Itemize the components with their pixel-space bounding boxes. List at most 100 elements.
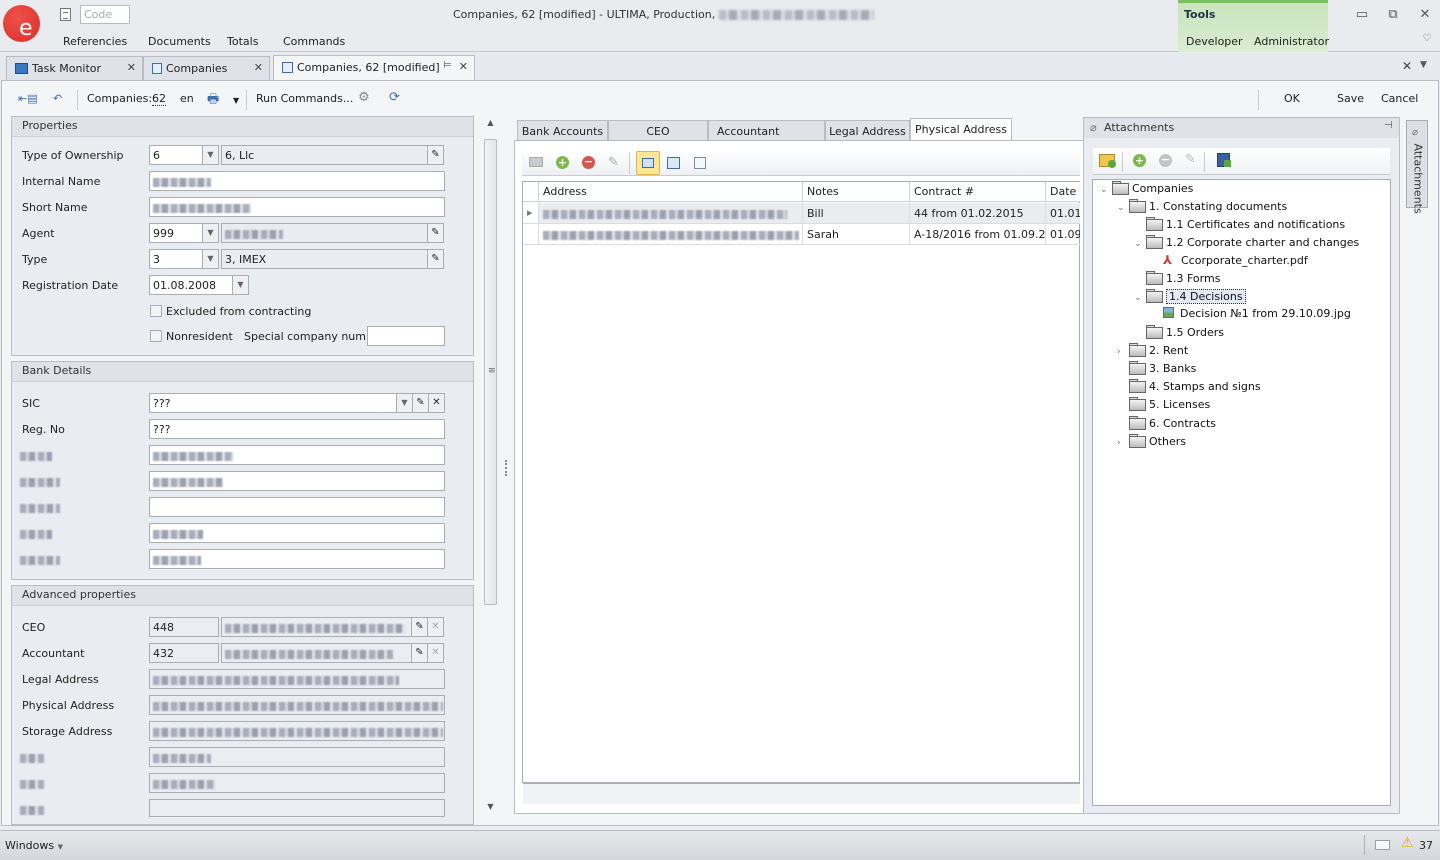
run-commands-button[interactable]: Run Commands... [256,92,353,105]
scroll-up-icon[interactable]: ▲ [483,118,498,133]
restore-button[interactable]: ⧉ [1384,6,1402,24]
grid-cell-date[interactable]: 01.09. [1046,224,1080,245]
tab-companies[interactable]: Companies ✕ [143,56,270,80]
excluded-checkbox[interactable] [150,305,162,317]
new-folder-icon[interactable] [1099,154,1116,168]
save-button[interactable]: Save [1337,92,1364,105]
remove-file-icon[interactable]: − [1159,154,1172,167]
tab-legal-address[interactable]: Legal Address [825,120,910,141]
expand-chevron-right-icon[interactable]: › [1117,438,1129,448]
bank-field-5[interactable] [149,549,445,569]
registration-date-field[interactable]: 01.08.2008 [149,275,233,295]
remove-icon[interactable]: − [582,156,595,169]
minimize-button[interactable]: ▭ [1353,6,1371,24]
grid-cell-contract[interactable]: A-18/2016 from 01.09.2... [910,224,1046,245]
grid-cell-address[interactable] [539,203,803,224]
nonresident-checkbox[interactable] [150,330,162,342]
agent-code[interactable]: 999 [149,223,203,243]
expand-chevron-down-icon[interactable]: ⌄ [1134,293,1146,303]
tree-node[interactable]: ⌄ 1.4 Decisions [1134,289,1246,307]
edit-pencil-icon[interactable]: ✎ [411,643,428,663]
close-all-tabs-icon[interactable]: ✕ [1402,59,1412,73]
chevron-down-icon[interactable]: ▼ [202,249,219,269]
advanced-field-2[interactable] [149,773,445,793]
expand-chevron-down-icon[interactable]: ⌄ [1100,185,1112,195]
tree-node[interactable]: 5. Licenses [1117,397,1210,415]
clear-x-icon[interactable]: ✕ [428,393,445,413]
scroll-thumb[interactable]: ≡ [484,139,497,605]
agent-value[interactable] [221,223,428,243]
chevron-down-icon[interactable]: ▼ [396,393,413,413]
ceo-code[interactable]: 448 [149,617,219,637]
advanced-field-1[interactable] [149,747,445,767]
back-to-list-icon[interactable]: ⇤▤ [18,92,38,105]
accountant-value[interactable] [221,643,412,663]
menu-administrator[interactable]: Administrator [1254,35,1329,48]
tab-ceo[interactable]: CEO [608,120,708,141]
edit-pencil-icon[interactable]: ✎ [412,393,429,413]
code-input[interactable] [80,5,130,24]
fit-columns-button[interactable] [636,151,660,175]
language-selector[interactable]: en [180,92,194,105]
storage-address-field[interactable] [149,721,445,741]
physical-address-field[interactable] [149,695,445,715]
app-logo[interactable]: e [3,5,40,42]
column-header-date[interactable]: Date [1046,182,1080,202]
bank-field-1[interactable] [149,445,445,465]
grid-cell-date[interactable]: 01.01. [1046,203,1080,224]
tree-node[interactable]: 1.5 Orders [1134,325,1224,343]
warning-icon[interactable]: ⚠ [1401,835,1414,851]
tree-node[interactable]: ⌄ 1. Constating documents [1117,199,1287,217]
clear-x-icon[interactable]: ✕ [427,617,444,637]
column-header-address[interactable]: Address [539,182,803,202]
chevron-down-icon[interactable]: ▼ [202,223,219,243]
tab-task-monitor[interactable]: Task Monitor ✕ [6,56,143,80]
tab-bank-accounts[interactable]: Bank Accounts [517,120,608,141]
tree-node[interactable]: › Others [1117,433,1186,452]
expand-chevron-down-icon[interactable]: ⌄ [1134,239,1146,249]
calendar-dropdown-icon[interactable]: ▼ [232,275,249,295]
expand-chevron-down-icon[interactable]: ⌄ [1117,203,1129,213]
undo-icon[interactable]: ↶ [53,92,62,105]
tree-node[interactable]: › 2. Rent [1117,343,1188,361]
bank-field-3[interactable] [149,497,445,517]
menu-commands[interactable]: Commands [283,35,345,48]
ok-button[interactable]: OK [1284,92,1300,105]
short-name-field[interactable] [149,197,445,217]
close-tab-icon[interactable]: ✕ [459,60,468,73]
accountant-code[interactable]: 432 [149,643,219,663]
menu-developer[interactable]: Developer [1186,35,1243,48]
pin-icon[interactable]: ⊨ [443,60,452,71]
type-value[interactable]: 3, IMEX [221,249,428,269]
tree-node[interactable]: Decision №1 from 29.10.09.jpg [1151,307,1351,325]
add-file-icon[interactable]: + [1133,154,1146,167]
grid-cell-notes[interactable]: Sarah [803,224,910,245]
tree-node[interactable]: ⌄ Companies [1100,181,1193,199]
tree-node[interactable]: 3. Banks [1117,361,1196,379]
edit-pencil-icon[interactable]: ✎ [411,617,428,637]
print-icon[interactable]: 🖶 [207,90,219,112]
form-scrollbar[interactable]: ▲ ≡ ▼ [483,118,498,818]
gears-icon[interactable]: ⚙ [358,90,370,105]
type-code[interactable]: 3 [149,249,203,269]
tree-node[interactable]: 4. Stamps and signs [1117,379,1261,397]
tree-node[interactable]: 1.3 Forms [1134,271,1220,289]
close-window-button[interactable]: ✕ [1416,6,1434,24]
type-of-ownership-code[interactable]: 6 [149,145,203,165]
column-chooser-icon[interactable] [667,157,680,169]
save-download-icon[interactable] [1217,153,1231,167]
clear-x-icon[interactable]: ✕ [427,643,444,663]
legal-address-field[interactable] [149,669,445,689]
bank-field-4[interactable] [149,523,445,543]
scroll-down-icon[interactable]: ▼ [483,802,498,817]
pin-icon[interactable]: ⊣ [1384,120,1393,131]
menu-referencies[interactable]: Referencies [63,35,127,48]
sic-field[interactable]: ??? [149,393,397,413]
tools-label[interactable]: Tools [1184,8,1215,21]
splitter-handle[interactable] [505,460,507,476]
edit-pencil-icon[interactable]: ✎ [427,145,444,165]
menu-documents[interactable]: Documents [148,35,211,48]
column-header-contract[interactable]: Contract # [910,182,1046,202]
tree-node[interactable]: ⌄ 1.2 Corporate charter and changes [1134,235,1359,253]
column-header-notes[interactable]: Notes [803,182,910,202]
